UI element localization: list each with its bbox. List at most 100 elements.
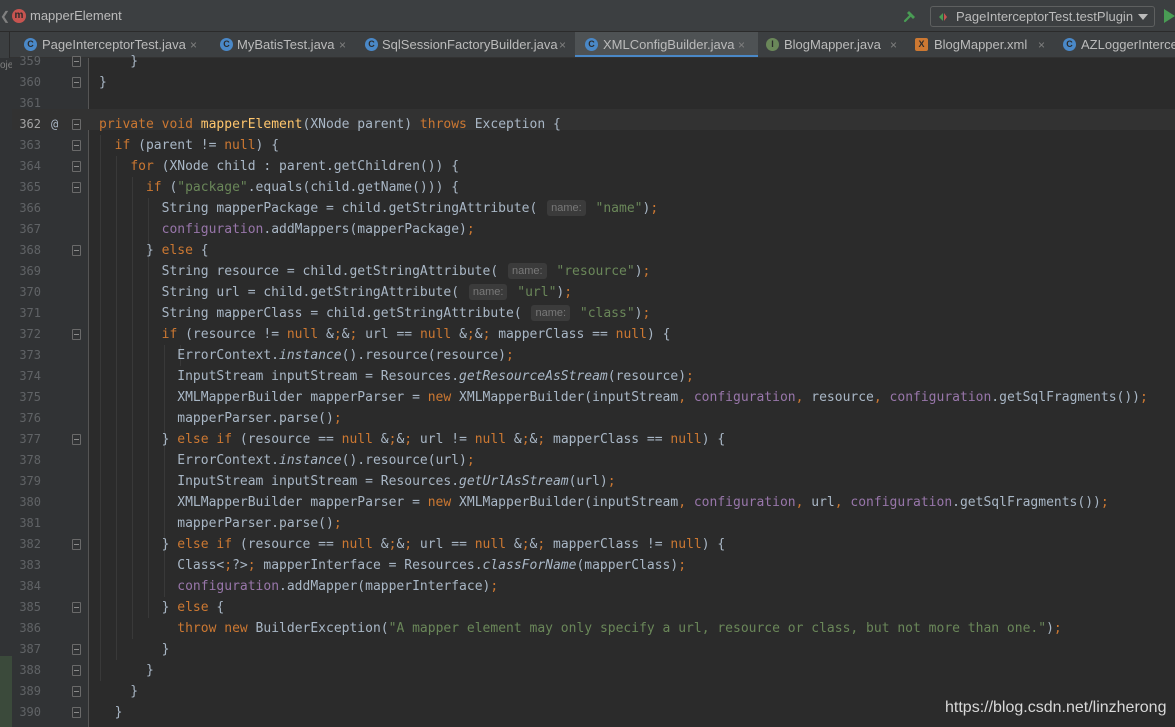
java-class-icon: C — [24, 38, 37, 51]
line-number[interactable]: 366 — [12, 198, 41, 219]
code-line: 384 configuration.addMapper(mapperInterf… — [0, 576, 1175, 597]
code-line: 385 } else { — [0, 597, 1175, 618]
line-number[interactable]: 381 — [12, 513, 41, 534]
line-number[interactable]: 380 — [12, 492, 41, 513]
nav-back-chevron-icon[interactable]: ❮ — [0, 8, 10, 24]
xml-file-icon: X — [915, 38, 928, 51]
fold-marker-icon[interactable] — [72, 686, 81, 697]
run-configuration-dropdown[interactable]: PageInterceptorTest.testPlugin — [930, 6, 1155, 27]
line-number[interactable]: 373 — [12, 345, 41, 366]
line-number[interactable]: 379 — [12, 471, 41, 492]
code-text: } — [99, 75, 107, 90]
fold-marker-icon[interactable] — [72, 707, 81, 718]
code-line: 364 for (XNode child : parent.getChildre… — [0, 156, 1175, 177]
line-number[interactable]: 376 — [12, 408, 41, 429]
code-line: 378 ErrorContext.instance().resource(url… — [0, 450, 1175, 471]
line-number[interactable]: 377 — [12, 429, 41, 450]
code-line: 372 if (resource != null &;&; url == nul… — [0, 324, 1175, 345]
line-number[interactable]: 388 — [12, 660, 41, 681]
line-number[interactable]: 378 — [12, 450, 41, 471]
code-line: 359 } — [0, 51, 1175, 72]
line-number[interactable]: 362 — [12, 114, 41, 135]
line-number[interactable]: 389 — [12, 681, 41, 702]
fold-marker-icon[interactable] — [72, 644, 81, 655]
code-text: mapperParser.parse(); — [99, 411, 342, 426]
fold-marker-icon[interactable] — [72, 329, 81, 340]
fold-marker-icon[interactable] — [72, 665, 81, 676]
parameter-hint: name: — [468, 284, 508, 300]
code-line: 381 mapperParser.parse(); — [0, 513, 1175, 534]
line-number[interactable]: 363 — [12, 135, 41, 156]
breadcrumb-method[interactable]: mapperElement — [30, 8, 122, 24]
code-text: } else if (resource == null &;&; url == … — [99, 537, 726, 552]
line-number[interactable]: 372 — [12, 324, 41, 345]
run-config-type-icon — [939, 13, 947, 21]
line-number[interactable]: 361 — [12, 93, 41, 114]
annotation-marker-icon[interactable]: @ — [51, 114, 58, 135]
code-text: if (resource != null &;&; url == null &;… — [161, 327, 671, 342]
code-line: 387 } — [0, 639, 1175, 660]
code-text: String resource = child.getStringAttribu… — [99, 263, 651, 279]
code-line: 368 } else { — [0, 240, 1175, 261]
code-line: 375 XMLMapperBuilder mapperParser = new … — [0, 387, 1175, 408]
code-text: if ("package".equals(child.getName())) { — [145, 180, 460, 195]
line-number[interactable]: 375 — [12, 387, 41, 408]
line-number[interactable]: 384 — [12, 576, 41, 597]
line-number[interactable]: 364 — [12, 156, 41, 177]
code-text: } else { — [99, 600, 225, 615]
fold-marker-icon[interactable] — [72, 140, 81, 151]
code-text: String mapperPackage = child.getStringAt… — [99, 200, 659, 216]
code-line: 377 } else if (resource == null &;&; url… — [0, 429, 1175, 450]
line-number[interactable]: 386 — [12, 618, 41, 639]
fold-marker-icon[interactable] — [72, 434, 81, 445]
fold-marker-icon[interactable] — [72, 56, 81, 67]
line-number[interactable]: 369 — [12, 261, 41, 282]
line-number[interactable]: 371 — [12, 303, 41, 324]
code-line: 376 mapperParser.parse(); — [0, 408, 1175, 429]
run-icon[interactable] — [1164, 9, 1175, 23]
code-line: 373 ErrorContext.instance().resource(res… — [0, 345, 1175, 366]
code-line: 388 } — [0, 660, 1175, 681]
line-number[interactable]: 387 — [12, 639, 41, 660]
fold-marker-icon[interactable] — [72, 161, 81, 172]
code-line: 369 String resource = child.getStringAtt… — [0, 261, 1175, 282]
line-number[interactable]: 391 — [12, 723, 41, 727]
code-line: 360} — [0, 72, 1175, 93]
code-line: 383 Class<;?>; mapperInterface = Resourc… — [0, 555, 1175, 576]
code-line: 365 if ("package".equals(child.getName()… — [0, 177, 1175, 198]
fold-marker-icon[interactable] — [72, 539, 81, 550]
fold-marker-icon[interactable] — [72, 245, 81, 256]
code-line: 371 String mapperClass = child.getString… — [0, 303, 1175, 324]
code-text: mapperParser.parse(); — [99, 516, 342, 531]
run-config-label: PageInterceptorTest.testPlugin — [956, 9, 1134, 24]
fold-marker-icon[interactable] — [72, 182, 81, 193]
code-text: private void mapperElement(XNode parent)… — [99, 117, 561, 132]
line-number[interactable]: 370 — [12, 282, 41, 303]
code-text: for (XNode child : parent.getChildren())… — [130, 159, 460, 174]
line-number[interactable]: 360 — [12, 72, 41, 93]
code-text: } — [99, 54, 139, 69]
line-number[interactable]: 368 — [12, 240, 41, 261]
line-number[interactable]: 390 — [12, 702, 41, 723]
java-class-icon: C — [365, 38, 378, 51]
line-number[interactable]: 383 — [12, 555, 41, 576]
code-text: } — [99, 684, 139, 699]
hammer-build-icon[interactable] — [902, 8, 918, 24]
fold-marker-icon[interactable] — [72, 77, 81, 88]
code-text: XMLMapperBuilder mapperParser = new XMLM… — [99, 390, 1148, 405]
code-text: XMLMapperBuilder mapperParser = new XMLM… — [99, 495, 1109, 510]
fold-marker-icon[interactable] — [72, 119, 81, 130]
fold-marker-icon[interactable] — [72, 602, 81, 613]
code-line: 382 } else if (resource == null &;&; url… — [0, 534, 1175, 555]
line-number[interactable]: 367 — [12, 219, 41, 240]
line-number[interactable]: 382 — [12, 534, 41, 555]
line-number[interactable]: 374 — [12, 366, 41, 387]
line-number[interactable]: 359 — [12, 51, 41, 72]
method-icon: m — [12, 9, 26, 23]
line-number[interactable]: 365 — [12, 177, 41, 198]
line-number[interactable]: 385 — [12, 597, 41, 618]
code-line: 362 @ private void mapperElement(XNode par… — [0, 114, 1175, 135]
code-line: 363 if (parent != null) { — [0, 135, 1175, 156]
navigation-bar: ❮ m mapperElement PageInterceptorTest.te… — [0, 0, 1175, 32]
code-text: String url = child.getStringAttribute( n… — [99, 284, 573, 300]
